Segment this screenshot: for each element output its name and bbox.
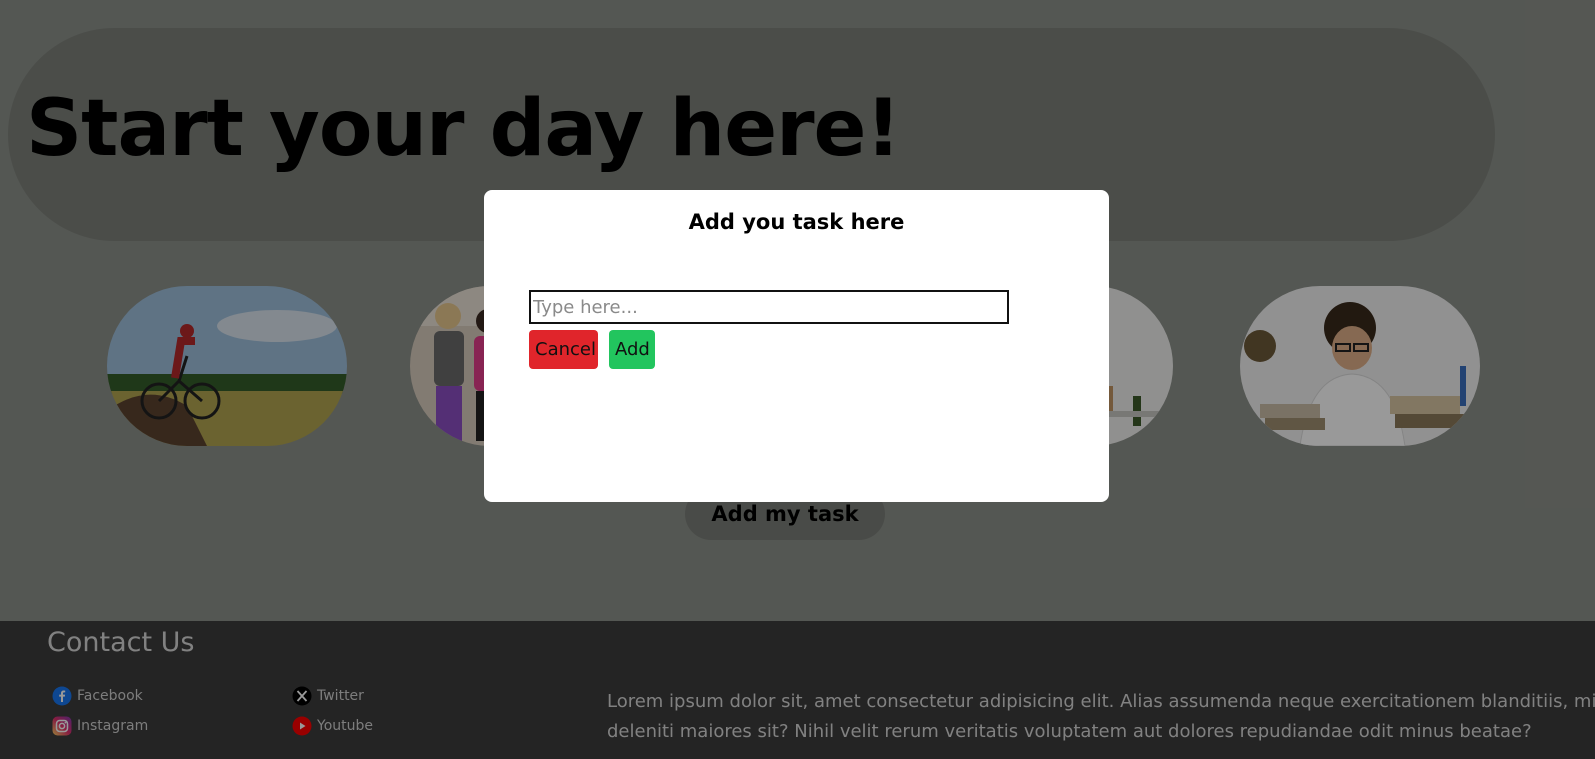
modal-title: Add you task here (688, 210, 905, 234)
add-button[interactable]: Add (609, 330, 655, 369)
task-input[interactable] (529, 290, 1009, 324)
cancel-button[interactable]: Cancel (529, 330, 598, 369)
add-task-modal: Add you task here Cancel Add (484, 190, 1109, 502)
